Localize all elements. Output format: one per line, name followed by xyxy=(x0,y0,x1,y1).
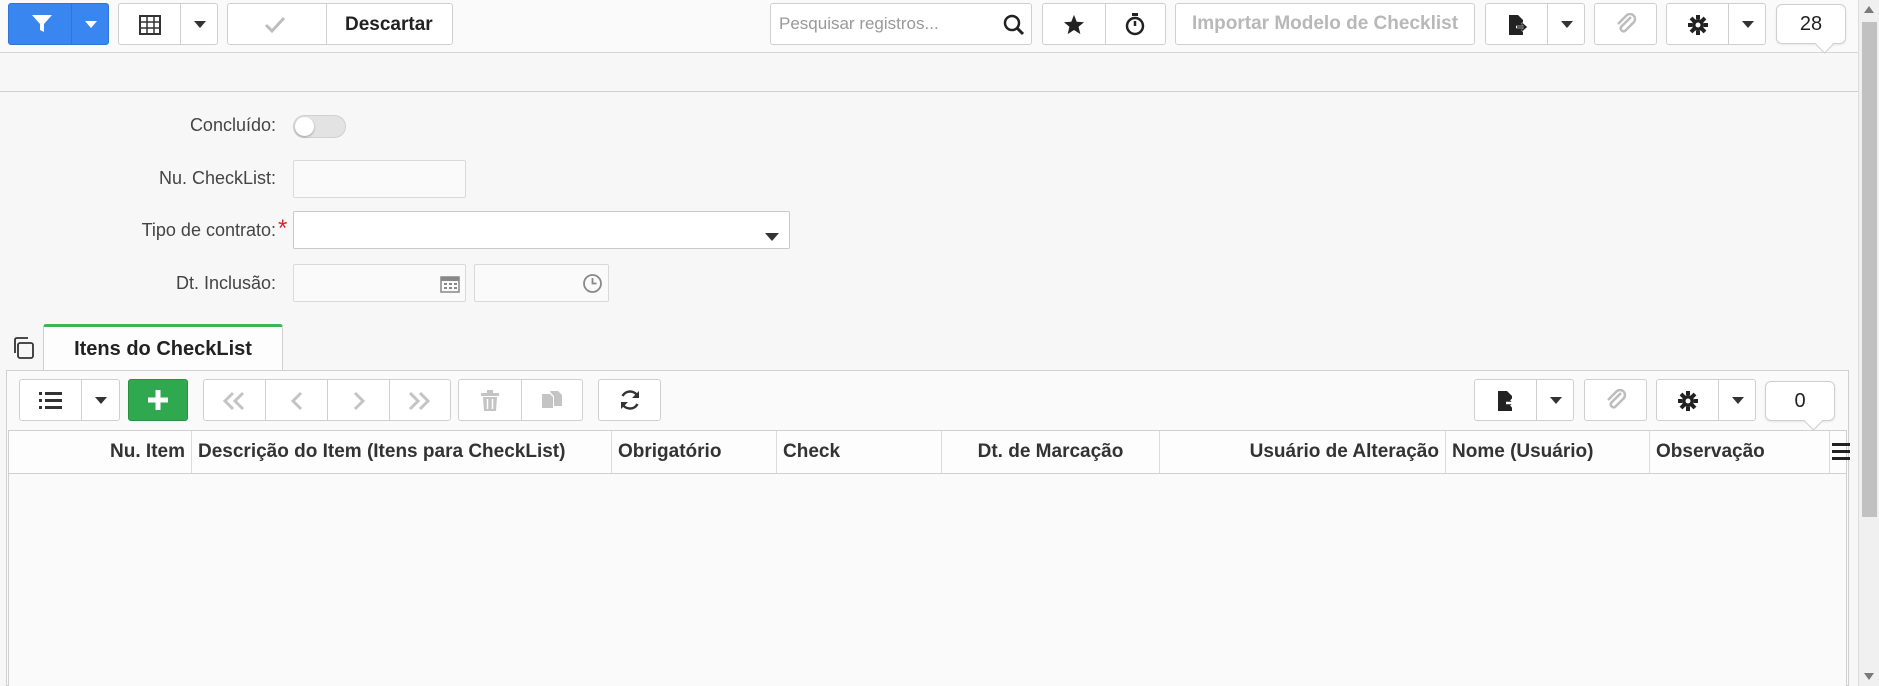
column-header-observacao[interactable]: Observação xyxy=(1650,431,1830,473)
column-header-obrigatorio[interactable]: Obrigatório xyxy=(612,431,777,473)
column-header-nome-usuario[interactable]: Nome (Usuário) xyxy=(1446,431,1650,473)
column-header-descricao[interactable]: Descrição do Item (Itens para CheckList) xyxy=(192,431,612,473)
chevron-down-icon[interactable] xyxy=(194,21,206,29)
chevron-down-icon[interactable] xyxy=(1561,21,1573,29)
page-scrollbar[interactable] xyxy=(1858,0,1879,686)
export-file-icon xyxy=(1506,14,1528,36)
tipo-contrato-select[interactable] xyxy=(293,211,790,249)
paperclip-icon xyxy=(1614,13,1638,35)
grid-record-count-badge: 0 xyxy=(1765,381,1835,421)
chevron-down-icon[interactable] xyxy=(85,21,97,29)
tab-label: Itens do CheckList xyxy=(74,337,252,360)
favorite-timer-group xyxy=(1042,3,1166,45)
grid-export-button[interactable] xyxy=(1474,379,1574,421)
confirm-discard-group: Descartar xyxy=(227,3,453,45)
filter-icon xyxy=(31,14,53,34)
check-icon[interactable] xyxy=(264,16,286,34)
stopwatch-icon[interactable] xyxy=(1124,13,1146,36)
nu-checklist-field[interactable] xyxy=(293,160,466,198)
grid-settings-button[interactable] xyxy=(1656,379,1756,421)
star-icon[interactable] xyxy=(1063,14,1085,35)
dt-inclusao-label: Dt. Inclusão: xyxy=(175,273,276,293)
export-button[interactable] xyxy=(1485,3,1585,45)
grid-record-count: 0 xyxy=(1794,389,1806,412)
list-view-button[interactable] xyxy=(19,379,120,421)
concluido-label: Concluído: xyxy=(189,115,276,135)
grid-header: Nu. Item Descrição do Item (Itens para C… xyxy=(8,430,1850,474)
tab-itens-checklist[interactable]: Itens do CheckList xyxy=(43,324,283,371)
chevron-down-icon[interactable] xyxy=(1742,21,1754,29)
toggle-knob xyxy=(295,117,314,136)
refresh-button[interactable] xyxy=(598,379,661,421)
prev-page-icon[interactable] xyxy=(290,391,304,411)
gear-icon xyxy=(1687,14,1709,36)
dt-inclusao-date-field[interactable] xyxy=(293,264,466,302)
calendar-icon[interactable] xyxy=(440,274,460,298)
dt-inclusao-time-field[interactable] xyxy=(474,264,609,302)
view-mode-button[interactable] xyxy=(118,3,218,45)
column-header-nu-item[interactable]: Nu. Item xyxy=(9,431,192,473)
first-page-icon[interactable] xyxy=(221,391,247,411)
next-page-icon[interactable] xyxy=(352,391,366,411)
export-file-icon xyxy=(1495,390,1517,412)
column-header-dt-marcacao[interactable]: Dt. de Marcação xyxy=(942,431,1160,473)
header-divider xyxy=(0,91,1858,92)
grid-body xyxy=(8,474,1847,686)
copy-icon[interactable] xyxy=(11,336,35,365)
pagination-group xyxy=(203,379,451,421)
gear-icon xyxy=(1677,390,1699,412)
plus-icon xyxy=(147,389,169,411)
search-box xyxy=(770,3,1032,45)
delete-duplicate-group xyxy=(458,379,583,421)
duplicate-icon[interactable] xyxy=(541,390,563,412)
discard-button[interactable]: Descartar xyxy=(345,14,433,36)
add-item-button[interactable] xyxy=(128,379,188,421)
tipo-contrato-label: Tipo de contrato: xyxy=(141,220,276,240)
column-menu-icon[interactable] xyxy=(1832,443,1850,465)
clock-icon[interactable] xyxy=(582,273,603,299)
list-icon xyxy=(39,392,62,409)
grid-icon xyxy=(139,15,161,35)
grid-attachment-button[interactable] xyxy=(1584,379,1647,421)
scroll-up-icon[interactable] xyxy=(1864,6,1874,13)
attachment-button[interactable] xyxy=(1594,3,1657,45)
import-checklist-label: Importar Modelo de Checklist xyxy=(1191,13,1459,34)
nu-checklist-label: Nu. CheckList: xyxy=(158,168,276,188)
record-count-badge: 28 xyxy=(1776,4,1846,44)
chevron-down-icon[interactable] xyxy=(1550,397,1562,405)
search-icon[interactable] xyxy=(1003,14,1025,41)
settings-button[interactable] xyxy=(1666,3,1766,45)
chevron-down-icon[interactable] xyxy=(765,228,779,246)
search-input[interactable] xyxy=(779,14,999,34)
scroll-down-icon[interactable] xyxy=(1864,673,1874,680)
scrollbar-thumb[interactable] xyxy=(1862,22,1877,517)
chevron-down-icon[interactable] xyxy=(1732,397,1744,405)
chevron-down-icon[interactable] xyxy=(95,397,107,405)
refresh-icon xyxy=(618,388,642,412)
paperclip-icon xyxy=(1604,389,1628,411)
required-marker: * xyxy=(278,215,288,242)
trash-icon[interactable] xyxy=(480,390,500,412)
column-header-usuario-alteracao[interactable]: Usuário de Alteração xyxy=(1160,431,1446,473)
main-toolbar: Descartar Importar Modelo de Checklist xyxy=(0,0,1858,53)
import-checklist-button[interactable]: Importar Modelo de Checklist xyxy=(1175,3,1475,45)
concluido-toggle[interactable] xyxy=(293,115,346,138)
last-page-icon[interactable] xyxy=(406,391,432,411)
column-header-check[interactable]: Check xyxy=(777,431,942,473)
record-count: 28 xyxy=(1799,12,1823,35)
filter-button[interactable] xyxy=(8,3,109,45)
